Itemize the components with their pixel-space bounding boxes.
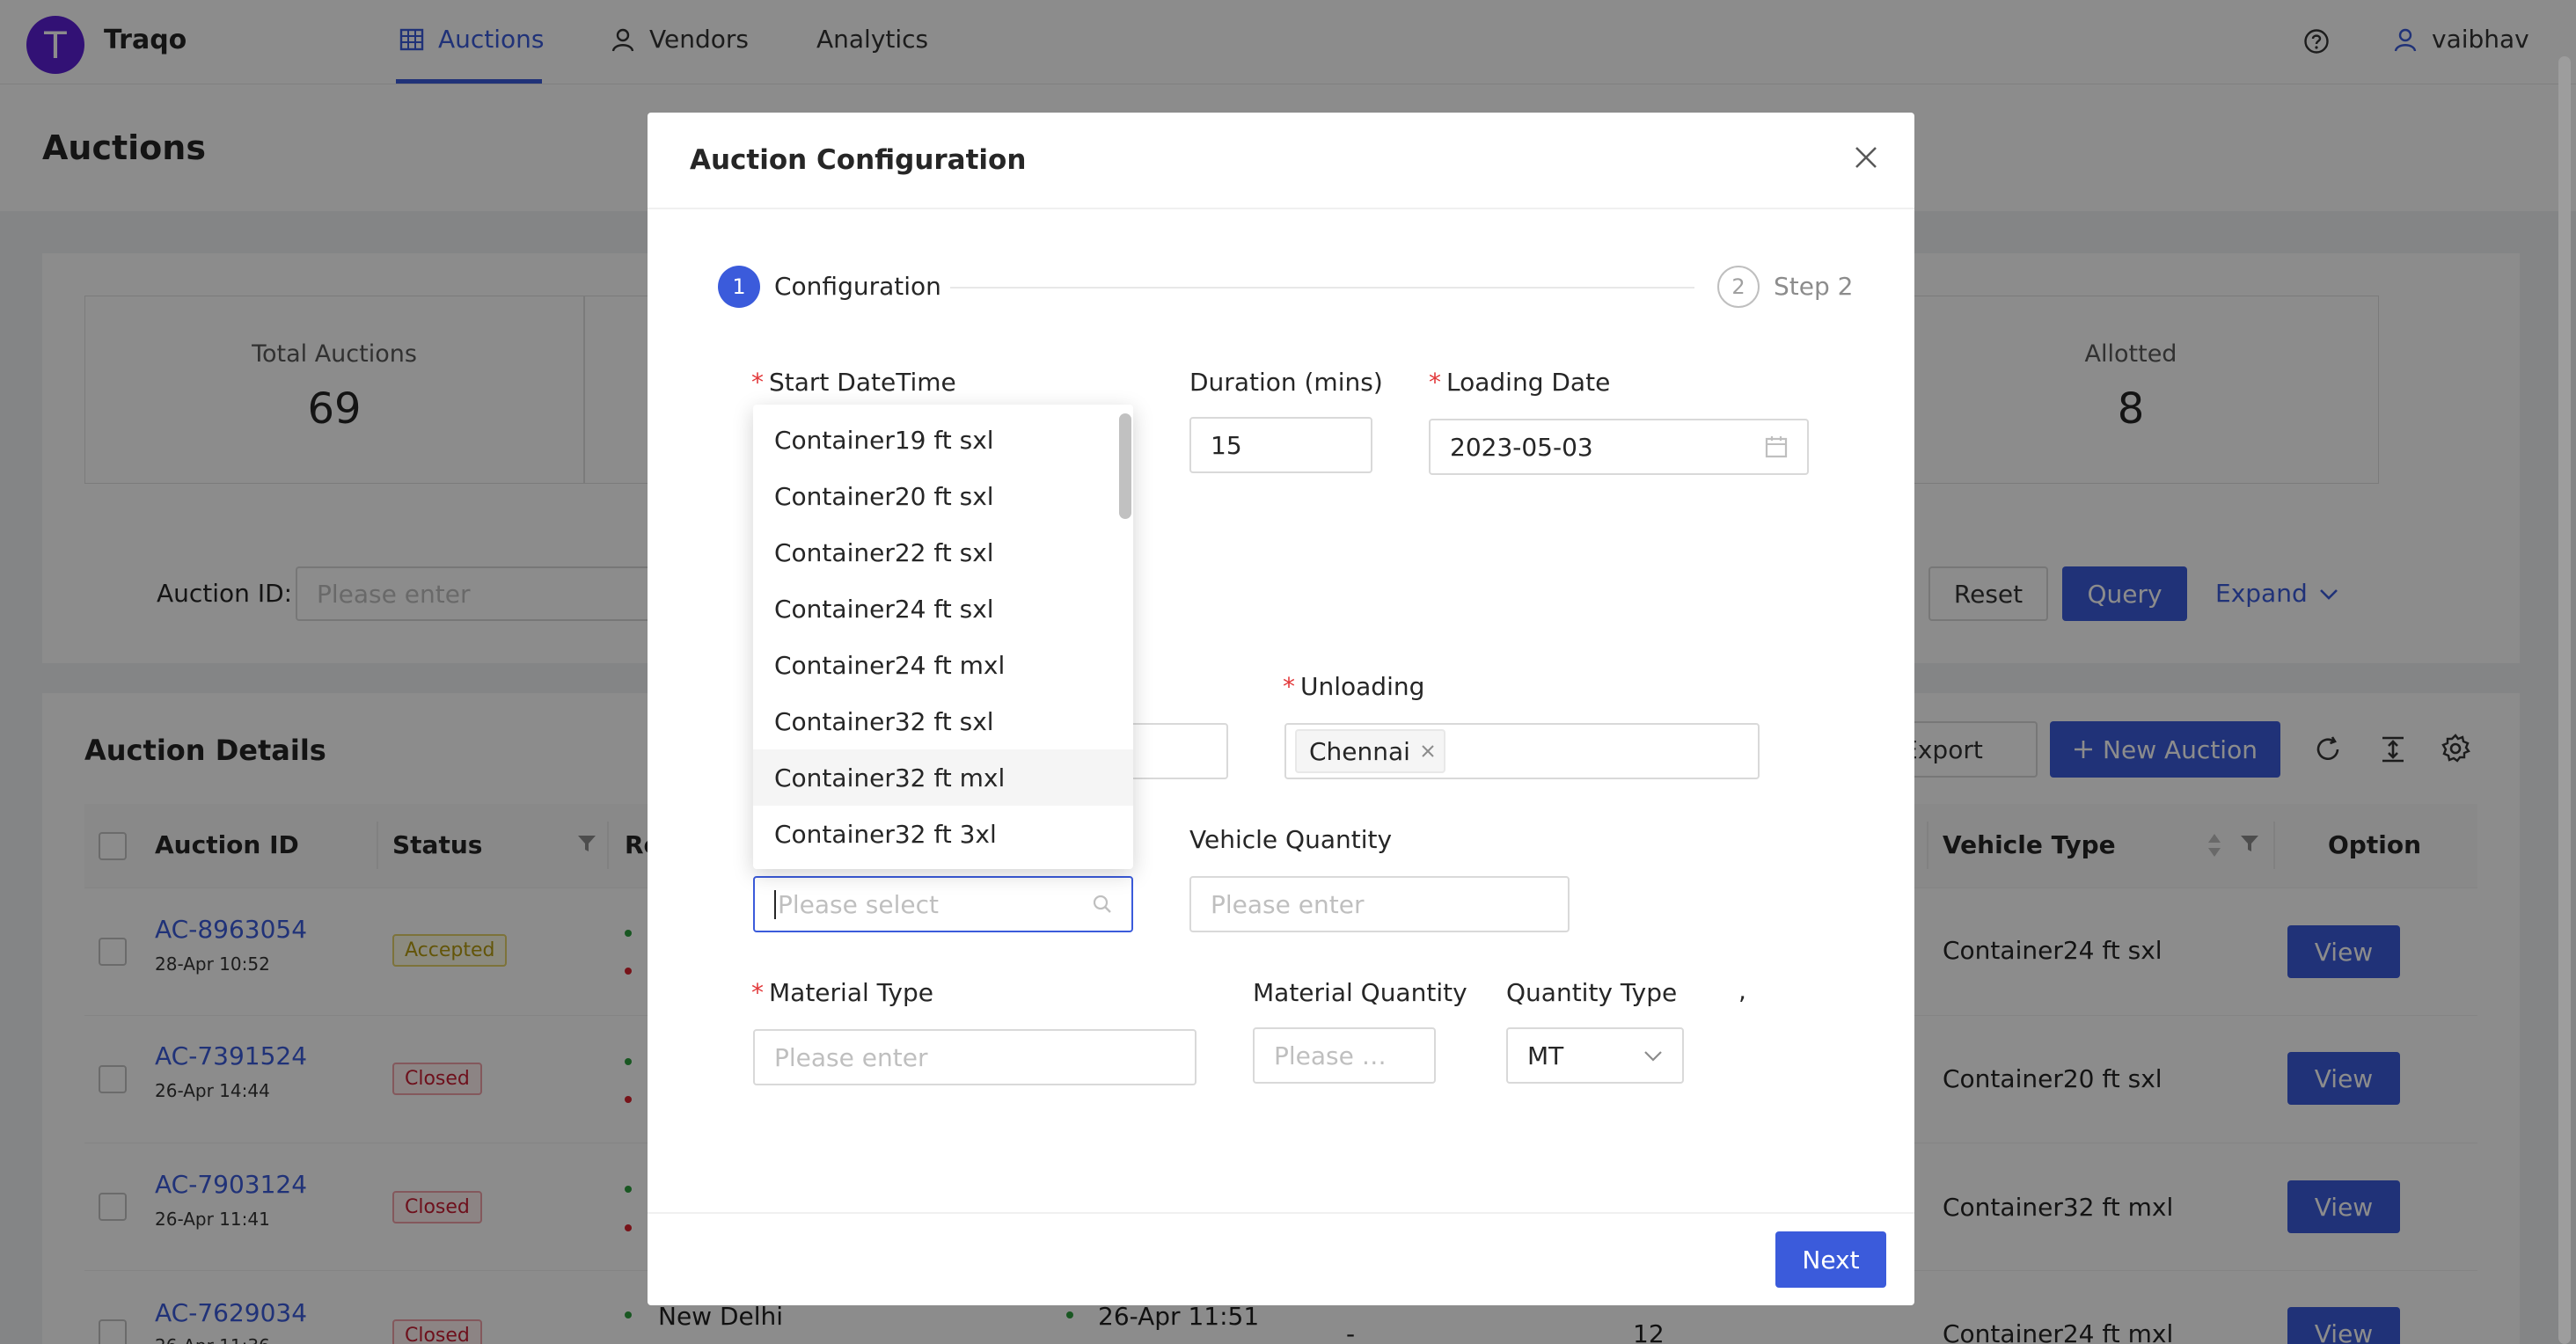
quantity-type-value: MT [1527,1041,1564,1070]
material-quantity-label: Material Quantity [1253,978,1467,1007]
unloading-label: * Unloading [1283,672,1425,701]
loading-date-picker[interactable]: 2023-05-03 [1429,419,1809,475]
vehicle-type-placeholder: Please select [774,889,939,919]
step-1-circle: 1 [718,266,760,308]
material-type-label: * Material Type [751,978,933,1007]
quantity-type-label: Quantity Type [1506,978,1678,1007]
vehicle-type-dropdown: Container19 ft sxl Container20 ft sxl Co… [753,405,1133,869]
start-datetime-label: * Start DateTime [751,368,956,397]
steps-connector [950,287,1694,289]
vehicle-option[interactable]: Container32 ft 3xl [753,806,1133,862]
calendar-icon [1765,435,1788,458]
chevron-down-icon [1643,1046,1663,1065]
duration-input[interactable]: 15 [1189,417,1372,473]
vehicle-option[interactable]: Container20 ft sxl [753,468,1133,524]
modal-header-divider [648,208,1914,209]
unloading-tag-label: Chennai [1309,736,1410,766]
step-2-label: Step 2 [1774,272,1854,301]
modal-footer-divider [648,1212,1914,1214]
vehicle-option[interactable]: Container32 ft sxl [753,693,1133,749]
vehicle-quantity-input[interactable]: Please enter [1189,876,1570,932]
material-quantity-input[interactable]: Please … [1253,1027,1436,1084]
vehicle-type-select[interactable]: Please select [753,876,1133,932]
vehicle-option[interactable]: Container19 ft sxl [753,412,1133,468]
dropdown-scrollbar[interactable] [1119,413,1131,519]
quantity-type-select[interactable]: MT [1506,1027,1684,1084]
step-2-circle: 2 [1717,266,1760,308]
step-1-label: Configuration [774,272,941,301]
material-type-input[interactable]: Please enter [753,1029,1197,1085]
stray-comma: , [1738,976,1746,1005]
next-button[interactable]: Next [1775,1231,1886,1288]
vehicle-option[interactable]: Container22 ft sxl [753,524,1133,581]
close-icon[interactable] [1855,146,1877,169]
unloading-tag: Chennai [1295,729,1445,773]
modal-title: Auction Configuration [690,144,1027,176]
vehicle-option[interactable]: Container24 ft sxl [753,581,1133,637]
tag-close-icon[interactable] [1421,744,1435,758]
loading-date-value: 2023-05-03 [1450,432,1593,462]
vehicle-option[interactable]: Container32 ft mxl [753,749,1133,806]
unloading-select[interactable]: Chennai [1284,723,1760,779]
vehicle-option[interactable]: Container24 ft mxl [753,637,1133,693]
duration-label: Duration (mins) [1189,368,1383,397]
loading-date-label: * Loading Date [1429,368,1611,397]
vehicle-quantity-label: Vehicle Quantity [1189,825,1393,854]
search-icon [1093,895,1112,914]
page-scrollbar[interactable] [2558,56,2571,1344]
